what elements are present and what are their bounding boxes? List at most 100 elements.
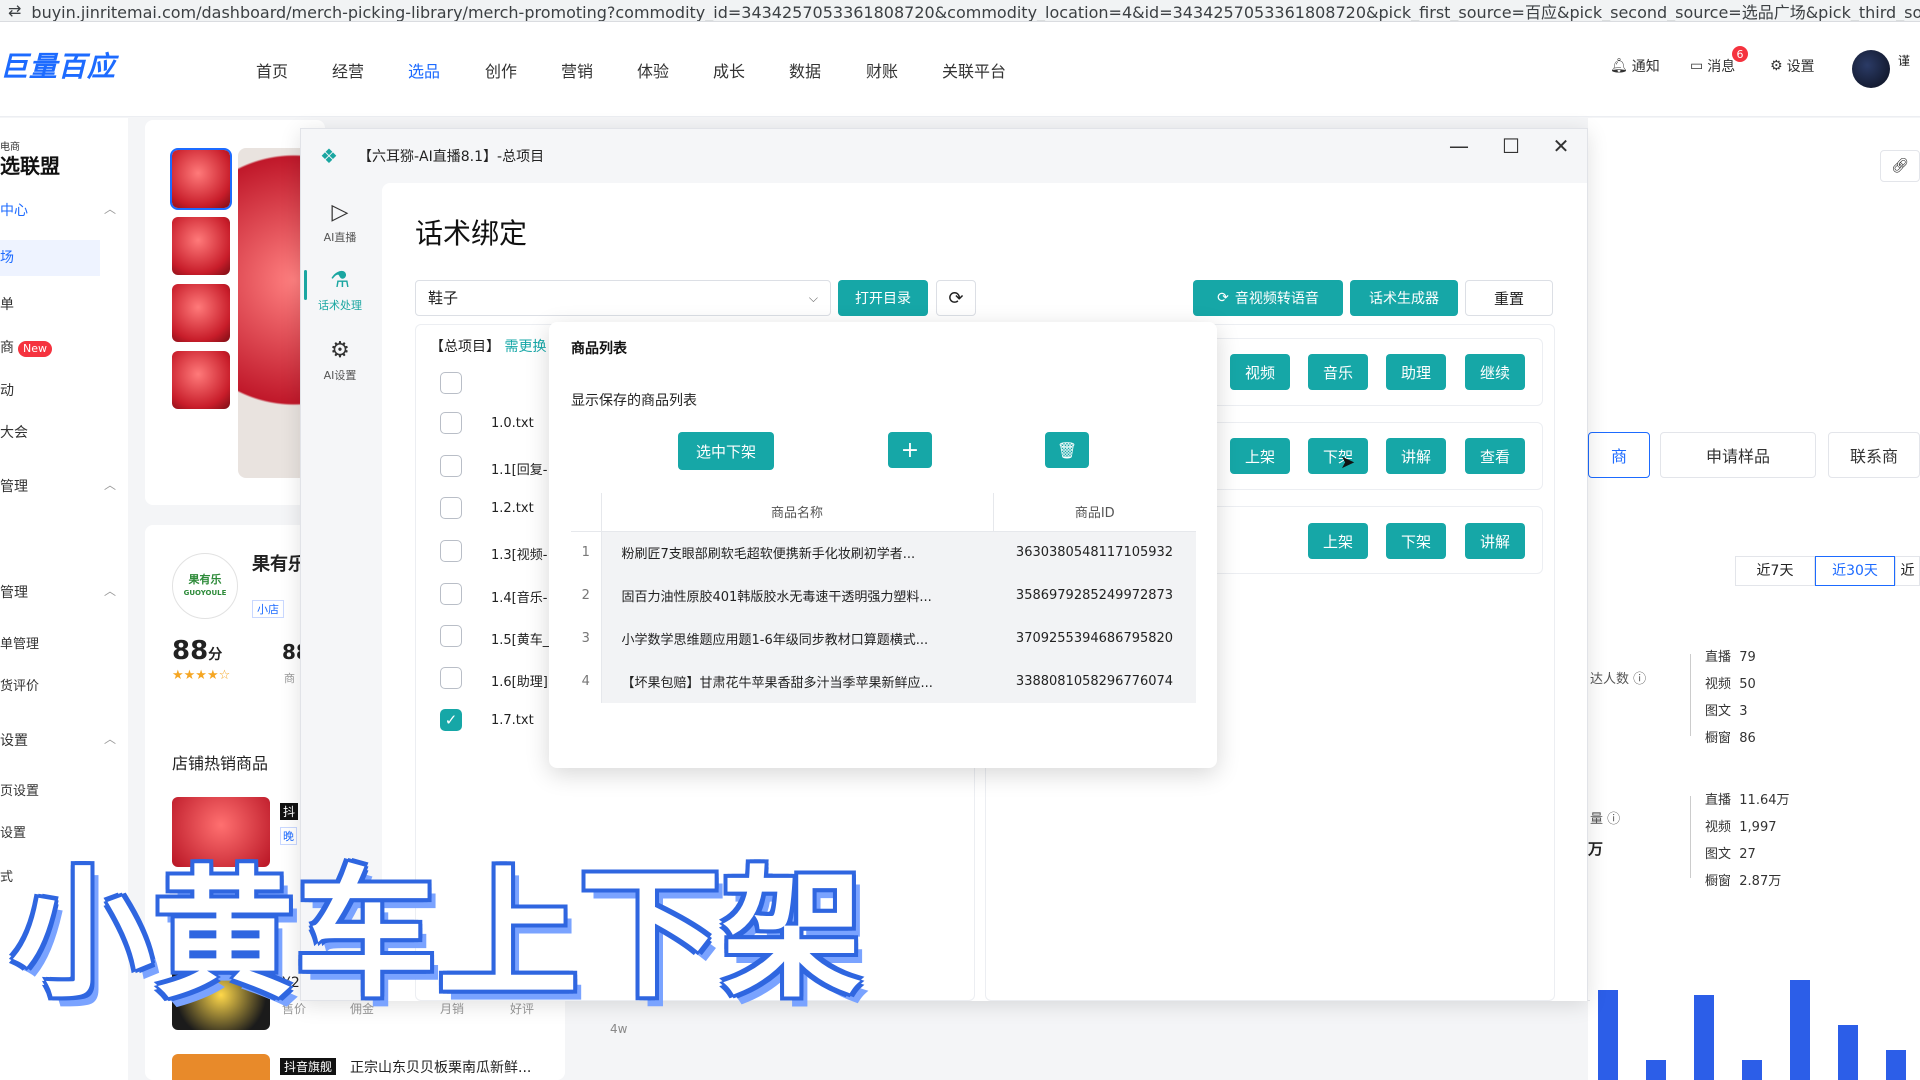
chart-bar [1646,1060,1666,1080]
sidebar-item-merchant[interactable]: 商 New [0,337,52,357]
file-checkbox[interactable] [440,583,462,605]
notify-button[interactable]: 🔔︎ 通知 [1610,56,1660,76]
messages-button[interactable]: ▭ 消息 6 [1690,46,1748,76]
category-select[interactable]: 鞋子 ⌵ [415,280,831,316]
partial-button[interactable]: 商 [1588,432,1650,478]
music-button[interactable]: 音乐 [1308,354,1368,390]
file-checkbox[interactable] [440,540,462,562]
explain-button[interactable]: 讲解 [1386,438,1446,474]
file-name[interactable]: 1.4[音乐- [491,587,547,606]
explain-button-2[interactable]: 讲解 [1465,523,1525,559]
browser-url-bar[interactable]: ⇄ buyin.jinritemai.com/dashboard/merch-p… [0,0,1920,22]
nav-item-select[interactable]: 选品 [408,58,440,82]
sidebar-item-reviews[interactable]: 货评价 [0,675,39,694]
table-row[interactable]: 4 【坏果包赔】甘肃花牛苹果香甜多汁当季苹果新鲜应... 33880810582… [571,660,1196,703]
open-directory-button[interactable]: 打开目录 [838,280,928,316]
list-off-shelf-button-2[interactable]: 下架 [1386,523,1446,559]
nav-item-operate[interactable]: 经营 [332,58,364,82]
shop-logo[interactable]: 果有乐 GUOYOULE [172,553,238,619]
sidebar-item-settings[interactable]: 设置 [0,730,28,750]
file-name[interactable]: 1.1[回复- [491,459,547,478]
video-button[interactable]: 视频 [1230,354,1290,390]
reset-button[interactable]: 重置 [1465,280,1553,316]
site-logo[interactable]: 巨量百应 [0,45,116,85]
apply-sample-button[interactable]: 申请样品 [1660,432,1816,478]
sidebar-item-management[interactable]: 管理 [0,476,28,496]
file-checkbox[interactable] [440,497,462,519]
table-row[interactable]: 3 小学数学思维题应用题1-6年级同步教材口算题横式... 3709255394… [571,617,1196,660]
file-checkbox[interactable] [440,455,462,477]
rail-ai-settings[interactable]: ⚙ AI设置 [310,338,370,383]
link-icon[interactable]: 🔗︎ [1880,150,1920,182]
refresh-icon[interactable]: ⟳ [936,280,976,316]
file-name[interactable]: 1.7.txt [491,713,534,728]
nav-item-finance[interactable]: 财账 [866,58,898,82]
nav-item-create[interactable]: 创作 [485,58,517,82]
product-thumbnail[interactable] [172,284,230,342]
range-more[interactable]: 近 [1895,556,1920,586]
settings-button[interactable]: ⚙ 设置 [1770,56,1815,76]
range-7-days[interactable]: 近7天 [1735,556,1815,586]
add-product-button[interactable]: + [888,432,932,468]
maximize-icon[interactable]: ☐ [1496,134,1526,158]
site-info-icon[interactable]: ⇄ [8,1,21,20]
product-thumbnail[interactable] [172,217,230,275]
close-icon[interactable]: ✕ [1546,134,1576,158]
nav-item-data[interactable]: 数据 [789,58,821,82]
file-name[interactable]: 1.5[黄车_ [491,629,549,648]
sidebar-item-order[interactable]: 单 [0,294,14,314]
file-checkbox[interactable] [440,625,462,647]
product-thumbnail[interactable] [172,351,230,409]
minimize-icon[interactable]: — [1444,134,1474,158]
sidebar-item-page-settings[interactable]: 页设置 [0,780,39,799]
product-name-cell: 小学数学思维题应用题1-6年级同步教材口算题横式... [601,617,993,660]
file-name[interactable]: 1.2.txt [491,501,534,516]
product-thumbnail[interactable] [170,148,232,210]
file-checkbox[interactable] [440,412,462,434]
list-off-shelf-button[interactable]: 下架 [1308,438,1368,474]
nav-item-marketing[interactable]: 营销 [561,58,593,82]
chevron-up-icon[interactable]: ︿ [104,476,116,493]
shop-name[interactable]: 果有乐 [252,550,306,576]
sidebar-item-management-2[interactable]: 管理 [0,582,28,602]
chevron-up-icon[interactable]: ︿ [104,582,116,599]
contact-merchant-button[interactable]: 联系商 [1828,432,1920,478]
file-checkbox[interactable] [440,667,462,689]
list-on-shelf-button-2[interactable]: 上架 [1308,523,1368,559]
sidebar-item-square[interactable]: 场 [0,240,100,276]
view-button[interactable]: 查看 [1465,438,1525,474]
select-all-checkbox[interactable] [440,372,462,394]
sidebar-item-conference[interactable]: 大会 [0,422,28,442]
range-30-days[interactable]: 近30天 [1815,556,1895,586]
popup-title: 商品列表 [571,341,627,357]
sidebar-item-activity[interactable]: 动 [0,380,14,400]
table-row[interactable]: 1 粉刷匠7支眼部刷软毛超软便携新手化妆刷初学者... 363038054811… [571,531,1196,574]
user-avatar[interactable] [1852,50,1890,88]
sidebar-item-order-management[interactable]: 单管理 [0,633,39,652]
url-text[interactable]: buyin.jinritemai.com/dashboard/merch-pic… [31,0,1920,22]
audio-video-to-speech-button[interactable]: ⟳ 音视频转语音 [1193,280,1343,316]
file-name[interactable]: 1.3[视频- [491,544,547,563]
assistant-button[interactable]: 助理 [1386,354,1446,390]
delist-selected-button[interactable]: 选中下架 [678,432,774,470]
file-name[interactable]: 1.6[助理] [491,671,548,690]
nav-item-growth[interactable]: 成长 [713,58,745,82]
file-name[interactable]: 1.0.txt [491,416,534,431]
continue-button[interactable]: 继续 [1465,354,1525,390]
rail-script-processing[interactable]: ⚗ 话术处理 [310,268,370,313]
hot-product-name[interactable]: 正宗山东贝贝板栗南瓜新鲜... [350,1057,531,1077]
script-generator-button[interactable]: 话术生成器 [1350,280,1458,316]
rail-ai-live[interactable]: ▷ AI直播 [310,200,370,245]
nav-item-experience[interactable]: 体验 [637,58,669,82]
hot-product-image-3[interactable] [172,1054,270,1080]
trash-icon[interactable]: 🗑︎ [1045,432,1089,468]
list-on-shelf-button[interactable]: 上架 [1230,438,1290,474]
chevron-up-icon[interactable]: ︿ [104,730,116,747]
nav-item-platform[interactable]: 关联平台 [942,58,1006,82]
file-checkbox-checked[interactable]: ✓ [440,709,462,731]
sidebar-item-center[interactable]: 中心 [0,200,28,220]
chevron-up-icon[interactable]: ︿ [104,200,116,217]
window-title: 【六耳猕-AI直播8.1】-总项目 [358,149,545,165]
table-row[interactable]: 2 固百力油性原胶401韩版胶水无毒速干透明强力塑料... 3586979285… [571,574,1196,617]
nav-item-home[interactable]: 首页 [256,58,288,82]
